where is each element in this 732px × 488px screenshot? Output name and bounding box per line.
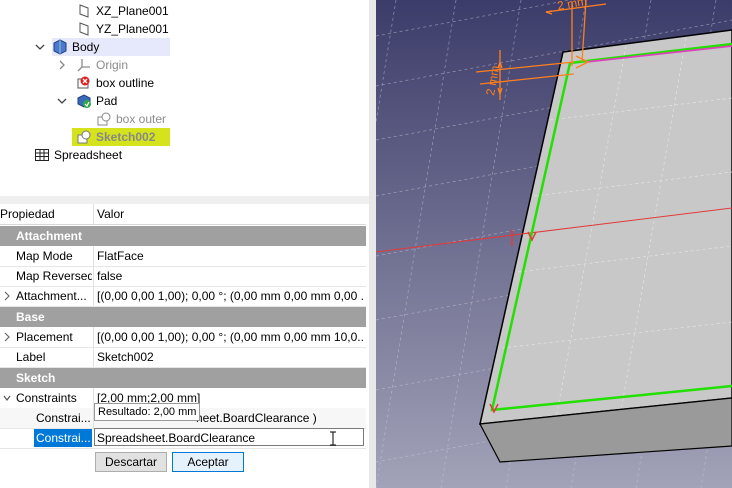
model-tree: XZ_Plane001 YZ_Plane001 Body Origin box … [0,0,369,196]
left-panel: XZ_Plane001 YZ_Plane001 Body Origin box … [0,0,369,488]
tree-item-label: Body [72,40,100,54]
row-map-reversed[interactable]: Map Reversed false [0,266,366,287]
viewport-divider[interactable] [369,0,376,488]
group-label: Sketch [16,371,56,385]
group-label: Base [16,310,45,324]
discard-button[interactable]: Descartar [95,452,167,472]
chevron-right-icon[interactable] [2,286,12,306]
group-sketch[interactable]: Sketch [0,368,366,388]
tree-item-label: Sketch002 [96,130,156,144]
property-value[interactable]: heet.BoardClearance ) [196,408,356,428]
body-icon [53,39,67,55]
property-value[interactable]: FlatFace [97,246,363,266]
tree-item-box-outer[interactable]: box outer [96,110,166,128]
3d-viewport[interactable]: 2 mm 2 mm [376,0,732,488]
expression-text: Spreadsheet.BoardClearance [97,431,256,445]
plane-icon [79,22,89,36]
tree-item-label: YZ_Plane001 [96,22,169,36]
tree-item-origin[interactable]: Origin [76,56,128,74]
group-base[interactable]: Base [0,307,366,327]
tree-item-pad[interactable]: Pad [76,92,117,110]
tree-item-label: box outline [96,76,155,90]
pad-icon [77,94,91,108]
column-divider [93,246,94,266]
spreadsheet-icon [35,149,49,161]
chevron-right-icon[interactable] [2,327,12,347]
property-name: Constraints [16,391,77,405]
property-name: Placement [16,330,73,344]
chevron-down-icon[interactable] [34,41,46,53]
accept-button[interactable]: Aceptar [172,452,244,472]
chevron-down-icon[interactable] [56,95,68,107]
origin-axes-icon [77,59,90,72]
viewport-scene: 2 mm 2 mm [376,0,732,488]
property-name: Attachment... [16,289,87,303]
tree-item-label: XZ_Plane001 [96,4,169,18]
tree-item-label: Origin [96,58,129,72]
property-header: Propiedad Valor [0,204,366,225]
sketch-icon [77,130,91,144]
sketch-icon [97,112,111,126]
row-attachment[interactable]: Attachment... [(0,00 0,00 1,00); 0,00 °;… [0,286,366,307]
property-value[interactable]: [(0,00 0,00 1,00); 0,00 °; (0,00 mm 0,00… [97,286,363,306]
header-value[interactable]: Valor [97,204,363,224]
column-divider[interactable] [93,204,94,224]
expression-editor-input[interactable]: Spreadsheet.BoardClearance [94,428,364,446]
chevron-down-icon[interactable] [2,388,12,408]
column-divider [93,266,94,286]
text-cursor-icon [330,431,336,446]
group-label: Attachment [16,229,83,243]
row-map-mode[interactable]: Map Mode FlatFace [0,246,366,267]
chevron-right-icon[interactable] [56,59,68,71]
property-name: Label [16,350,46,364]
sketch-error-icon [77,76,90,89]
property-value[interactable]: false [97,266,363,286]
property-value[interactable]: Sketch002 [97,347,363,367]
tree-item-xz-plane[interactable]: XZ_Plane001 [76,2,169,20]
header-property[interactable]: Propiedad [0,204,76,224]
property-name: Map Mode [16,249,73,263]
plane-icon [79,4,89,18]
tree-item-body[interactable]: Body [52,38,170,56]
property-value[interactable]: [(0,00 0,00 1,00); 0,00 °; (0,00 mm 0,00… [97,327,363,347]
row-label[interactable]: Label Sketch002 [0,347,366,368]
row-constraint-2[interactable]: Constrai... Spreadsheet.BoardClearance [0,428,366,449]
property-name-selected: Constrai... [34,429,92,447]
group-attachment[interactable]: Attachment [0,226,366,246]
column-divider [93,327,94,347]
tree-item-label: Pad [96,94,118,108]
tree-item-label: box outer [116,112,167,126]
tree-item-label: Spreadsheet [54,148,123,162]
tree-item-spreadsheet[interactable]: Spreadsheet [34,146,122,164]
panel-splitter[interactable] [0,196,369,204]
tree-item-sketch002[interactable]: Sketch002 [72,128,170,146]
row-placement[interactable]: Placement [(0,00 0,00 1,00); 0,00 °; (0,… [0,327,366,348]
column-divider [93,347,94,367]
tree-item-box-outline[interactable]: box outline [76,74,154,92]
property-editor: Propiedad Valor Attachment Map Mode Flat… [0,204,366,488]
property-name: Map Reversed [16,269,92,283]
tree-item-yz-plane[interactable]: YZ_Plane001 [76,20,169,38]
property-name: Constrai... [36,411,91,425]
column-divider [93,286,94,306]
expression-result-tooltip: Resultado: 2,00 mm [94,403,201,421]
